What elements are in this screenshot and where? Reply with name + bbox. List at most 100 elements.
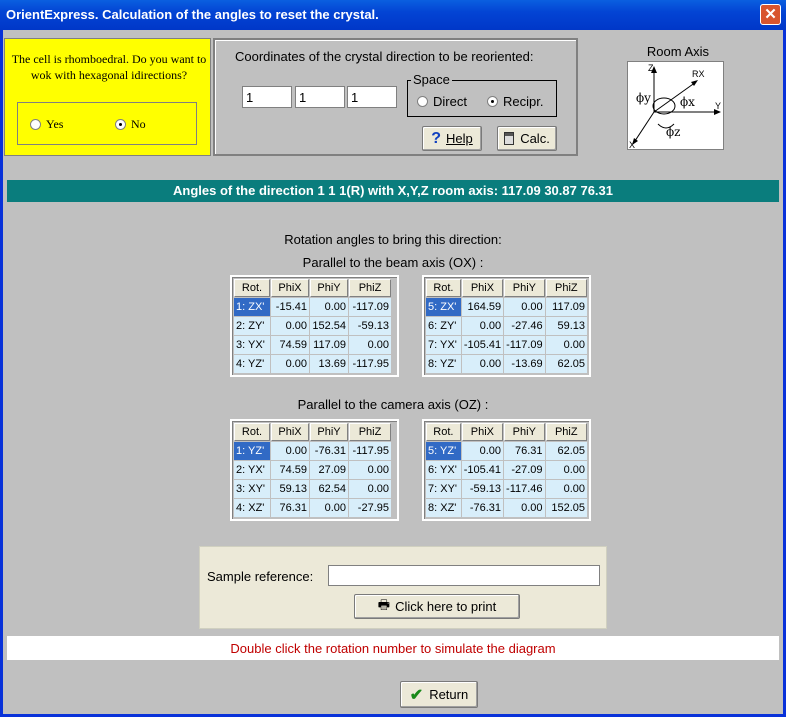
return-button[interactable]: ✔ Return — [400, 681, 478, 708]
beam-right-grid[interactable]: Rot. PhiX PhiY PhiZ 5: ZX' 164.59 0.00 117.09 6:… — [422, 275, 591, 377]
table-row[interactable]: 6: ZY' 0.00 -27.46 59.13 — [426, 317, 587, 335]
angle-cell: 152.54 — [310, 317, 348, 335]
rotation-number-cell[interactable]: 6: YX' — [426, 461, 461, 479]
beam-left-grid[interactable]: Rot. PhiX PhiY PhiZ 1: ZX' -15.41 0.00 -117.09 2… — [230, 275, 399, 377]
yes-no-group: Yes No — [17, 102, 197, 145]
window-title: OrientExpress. Calculation of the angles… — [6, 7, 379, 22]
rotation-number-cell[interactable]: 8: XZ' — [426, 499, 461, 517]
angle-cell: -76.31 — [461, 499, 504, 517]
table-row[interactable]: 6: YX' -105.41 -27.09 0.00 — [426, 461, 587, 479]
column-header[interactable]: PhiX — [461, 279, 504, 297]
column-header[interactable]: PhiX — [271, 423, 309, 441]
recipr-label: Recipr. — [503, 94, 544, 109]
table-row[interactable]: 1: YZ' 0.00 -76.31 -117.95 — [234, 442, 391, 460]
angle-cell: 59.13 — [545, 317, 587, 335]
column-header[interactable]: PhiX — [461, 423, 504, 441]
room-axis-diagram: Z Y X RX ϕy ϕx ϕz — [627, 61, 724, 150]
table-row[interactable]: 8: YZ' 0.00 -13.69 62.05 — [426, 355, 587, 373]
no-radio-dot[interactable] — [115, 119, 126, 130]
table-row[interactable]: 7: XY' -59.13 -117.46 0.00 — [426, 480, 587, 498]
table-row[interactable]: 2: ZY' 0.00 152.54 -59.13 — [234, 317, 391, 335]
calc-button[interactable]: Calc. — [497, 126, 557, 151]
column-header[interactable]: PhiY — [310, 279, 348, 297]
recipr-radio-dot[interactable] — [487, 96, 498, 107]
direct-radio[interactable]: Direct — [417, 94, 467, 109]
angle-cell: 0.00 — [461, 355, 504, 373]
rotation-number-cell[interactable]: 1: YZ' — [234, 442, 270, 460]
table-row[interactable]: 5: YZ' 0.00 76.31 62.05 — [426, 442, 587, 460]
yes-radio[interactable]: Yes — [30, 117, 63, 132]
table-row[interactable]: 8: XZ' -76.31 0.00 152.05 — [426, 499, 587, 517]
column-header[interactable]: PhiZ — [349, 423, 391, 441]
coordinates-label: Coordinates of the crystal direction to … — [235, 49, 534, 64]
column-header[interactable]: PhiY — [310, 423, 348, 441]
angle-cell: 0.00 — [349, 480, 391, 498]
no-radio[interactable]: No — [115, 117, 146, 132]
yes-radio-dot[interactable] — [30, 119, 41, 130]
rotation-number-cell[interactable]: 3: YX' — [234, 336, 270, 354]
angle-cell: 0.00 — [271, 355, 309, 373]
angle-cell: -13.69 — [504, 355, 545, 373]
rotation-number-cell[interactable]: 5: YZ' — [426, 442, 461, 460]
help-button[interactable]: ? Help — [422, 126, 482, 151]
angle-cell: 117.09 — [310, 336, 348, 354]
table-row[interactable]: 3: YX' 74.59 117.09 0.00 — [234, 336, 391, 354]
coord-l-input[interactable] — [347, 86, 397, 108]
camera-right-grid[interactable]: Rot. PhiX PhiY PhiZ 5: YZ' 0.00 76.31 62.05 6: Y… — [422, 419, 591, 521]
recipr-radio[interactable]: Recipr. — [487, 94, 543, 109]
sample-reference-panel: Sample reference: 🖶 Click here to print — [199, 546, 607, 629]
rotation-number-cell[interactable]: 6: ZY' — [426, 317, 461, 335]
svg-text:ϕy: ϕy — [636, 91, 651, 105]
svg-text:Y: Y — [715, 101, 721, 111]
column-header[interactable]: Rot. — [234, 279, 270, 297]
direct-label: Direct — [433, 94, 467, 109]
column-header[interactable]: Rot. — [426, 279, 461, 297]
sample-reference-input[interactable] — [328, 565, 600, 586]
column-header[interactable]: Rot. — [426, 423, 461, 441]
angle-cell: 164.59 — [461, 298, 504, 316]
column-header[interactable]: PhiY — [504, 279, 545, 297]
space-group: Space Direct Recipr. — [407, 72, 557, 117]
rotation-number-cell[interactable]: 2: ZY' — [234, 317, 270, 335]
rotation-number-cell[interactable]: 4: XZ' — [234, 499, 270, 517]
rotation-number-cell[interactable]: 7: XY' — [426, 480, 461, 498]
close-button[interactable]: ✕ — [760, 4, 781, 25]
svg-text:ϕz: ϕz — [666, 125, 681, 139]
column-header[interactable]: PhiZ — [349, 279, 391, 297]
table-row[interactable]: 5: ZX' 164.59 0.00 117.09 — [426, 298, 587, 316]
rotation-number-cell[interactable]: 8: YZ' — [426, 355, 461, 373]
rotation-number-cell[interactable]: 2: YX' — [234, 461, 270, 479]
camera-left-grid[interactable]: Rot. PhiX PhiY PhiZ 1: YZ' 0.00 -76.31 -117.95 2… — [230, 419, 399, 521]
calc-label: Calc. — [520, 131, 550, 146]
column-header[interactable]: PhiZ — [545, 423, 587, 441]
rotation-number-cell[interactable]: 4: YZ' — [234, 355, 270, 373]
rhomboedral-question-panel: The cell is rhomboedral. Do you want to … — [4, 38, 211, 156]
angle-cell: 0.00 — [504, 499, 545, 517]
rotation-number-cell[interactable]: 3: XY' — [234, 480, 270, 498]
column-header[interactable]: PhiX — [271, 279, 309, 297]
table-row[interactable]: 7: YX' -105.41 -117.09 0.00 — [426, 336, 587, 354]
angle-cell: -105.41 — [461, 336, 504, 354]
table-row[interactable]: 4: YZ' 0.00 13.69 -117.95 — [234, 355, 391, 373]
column-header[interactable]: PhiY — [504, 423, 545, 441]
column-header[interactable]: Rot. — [234, 423, 270, 441]
column-header[interactable]: PhiZ — [545, 279, 587, 297]
angle-cell: 27.09 — [310, 461, 348, 479]
rhomboedral-question-text: The cell is rhomboedral. Do you want to … — [11, 52, 207, 82]
rotation-number-cell[interactable]: 5: ZX' — [426, 298, 461, 316]
direct-radio-dot[interactable] — [417, 96, 428, 107]
rotation-number-cell[interactable]: 1: ZX' — [234, 298, 270, 316]
table-row[interactable]: 3: XY' 59.13 62.54 0.00 — [234, 480, 391, 498]
table-row[interactable]: 4: XZ' 76.31 0.00 -27.95 — [234, 499, 391, 517]
coord-h-input[interactable] — [242, 86, 292, 108]
return-label: Return — [429, 687, 469, 702]
print-button[interactable]: 🖶 Click here to print — [354, 594, 520, 619]
table-row[interactable]: 1: ZX' -15.41 0.00 -117.09 — [234, 298, 391, 316]
angle-cell: -117.09 — [349, 298, 391, 316]
rotation-number-cell[interactable]: 7: YX' — [426, 336, 461, 354]
angle-cell: 62.54 — [310, 480, 348, 498]
table-row[interactable]: 2: YX' 74.59 27.09 0.00 — [234, 461, 391, 479]
coord-k-input[interactable] — [295, 86, 345, 108]
angles-header: Angles of the direction 1 1 1(R) with X,… — [7, 180, 779, 202]
print-label: Click here to print — [395, 599, 497, 614]
